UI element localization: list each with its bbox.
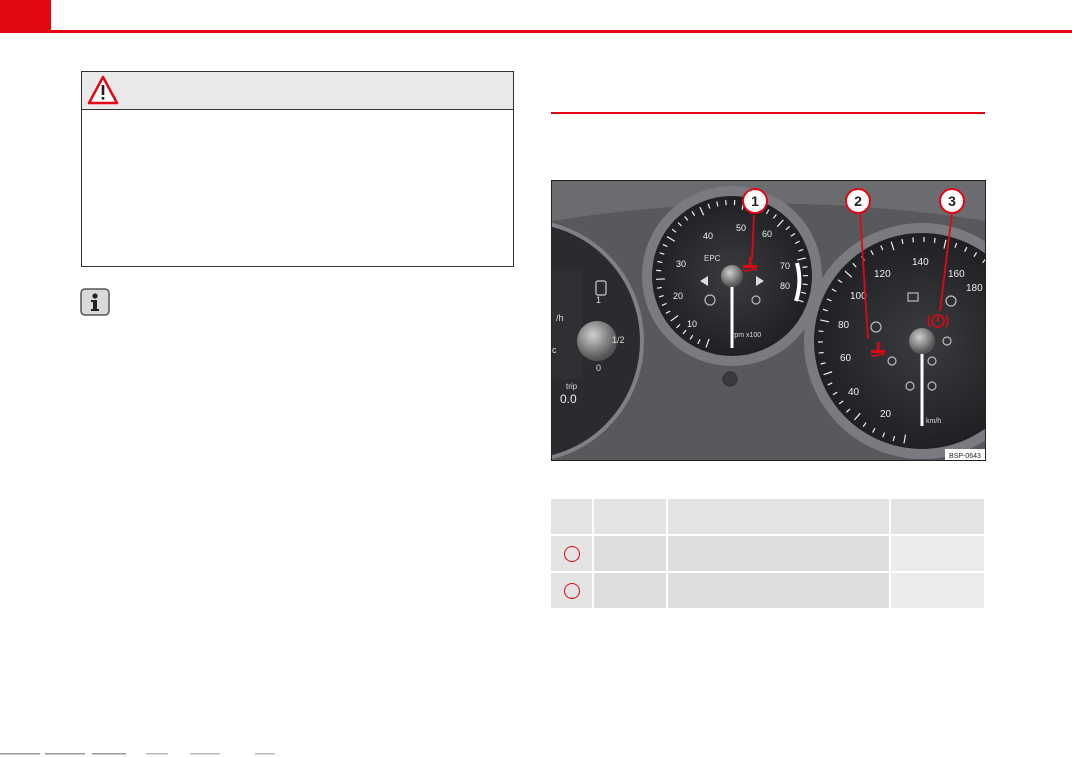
trip-value: 0.0 <box>560 392 577 406</box>
gauge-tick <box>802 283 808 286</box>
fuel-tick-empty: 0 <box>596 363 601 373</box>
table-header-cell <box>891 499 984 534</box>
table-ref-cell <box>551 573 594 608</box>
header-red-tab <box>0 0 51 31</box>
speed-unit-label: km/h <box>926 418 941 425</box>
warning-header <box>82 72 513 110</box>
rev-tick-40: 40 <box>703 231 713 241</box>
epc-label: EPC <box>704 254 721 263</box>
gauge-tick <box>818 351 824 354</box>
rev-tick-10: 10 <box>687 319 697 329</box>
callout-2-label: 2 <box>854 193 862 209</box>
speed-tick-180: 180 <box>966 283 983 294</box>
callout-3-label: 3 <box>948 193 956 209</box>
warning-box <box>81 71 514 267</box>
table-header-cell <box>551 499 594 534</box>
gauge-tick <box>933 237 936 243</box>
rev-tick-80: 80 <box>780 281 790 291</box>
speed-tick-40: 40 <box>848 387 860 398</box>
speed-tick-60: 60 <box>840 353 852 364</box>
table-ref-cell <box>551 536 594 571</box>
table-header-cell <box>594 499 668 534</box>
gauge-tick <box>656 286 663 289</box>
left-fragment-1: /h <box>556 313 564 323</box>
ref-circle-2 <box>563 582 580 599</box>
warning-triangle-icon <box>87 75 119 105</box>
table-cell <box>594 536 668 571</box>
table-cell <box>668 573 891 608</box>
left-fragment-2: c <box>552 345 557 355</box>
fuel-tick-full: 1 <box>596 295 601 305</box>
callout-1-label: 1 <box>751 193 759 209</box>
speed-tick-80: 80 <box>838 320 850 331</box>
figure-code: BSP-0643 <box>949 453 981 460</box>
instrument-cluster-figure: /h c 1 1/2 0 trip 0.0 50 40 30 20 10 60 … <box>551 180 986 461</box>
section-rule <box>551 112 985 114</box>
rev-tick-70: 70 <box>780 261 790 271</box>
instrument-cluster-illustration: /h c 1 1/2 0 trip 0.0 50 40 30 20 10 60 … <box>552 181 985 460</box>
table-row <box>551 573 984 610</box>
table-cell <box>594 573 668 608</box>
rev-unit-label: rpm x100 <box>732 332 761 339</box>
header-red-line <box>0 30 1072 33</box>
trip-label: trip <box>566 382 578 391</box>
footer-marks <box>0 753 275 755</box>
table-header-row <box>551 499 984 536</box>
rev-tick-60: 60 <box>762 229 772 239</box>
reset-knob <box>722 371 738 387</box>
speed-tick-140: 140 <box>912 257 929 268</box>
table-cell <box>891 536 984 571</box>
table-header-cell <box>668 499 891 534</box>
ref-circle-1 <box>563 545 580 562</box>
table-cell <box>668 536 891 571</box>
gauge-tick <box>802 266 808 268</box>
rev-tick-50: 50 <box>736 223 746 233</box>
info-icon <box>80 288 110 316</box>
speed-tick-20: 20 <box>880 409 892 420</box>
warning-lamp-table <box>551 499 984 610</box>
speed-tick-120: 120 <box>874 269 891 280</box>
speed-tick-160: 160 <box>948 269 965 280</box>
rev-tick-30: 30 <box>676 259 686 269</box>
table-cell <box>891 573 984 608</box>
table-row <box>551 536 984 573</box>
fuel-tick-half: 1/2 <box>612 335 625 345</box>
rev-counter: 50 40 30 20 10 60 70 80 EPC rpm x100 <box>642 186 822 366</box>
rev-tick-20: 20 <box>673 291 683 301</box>
